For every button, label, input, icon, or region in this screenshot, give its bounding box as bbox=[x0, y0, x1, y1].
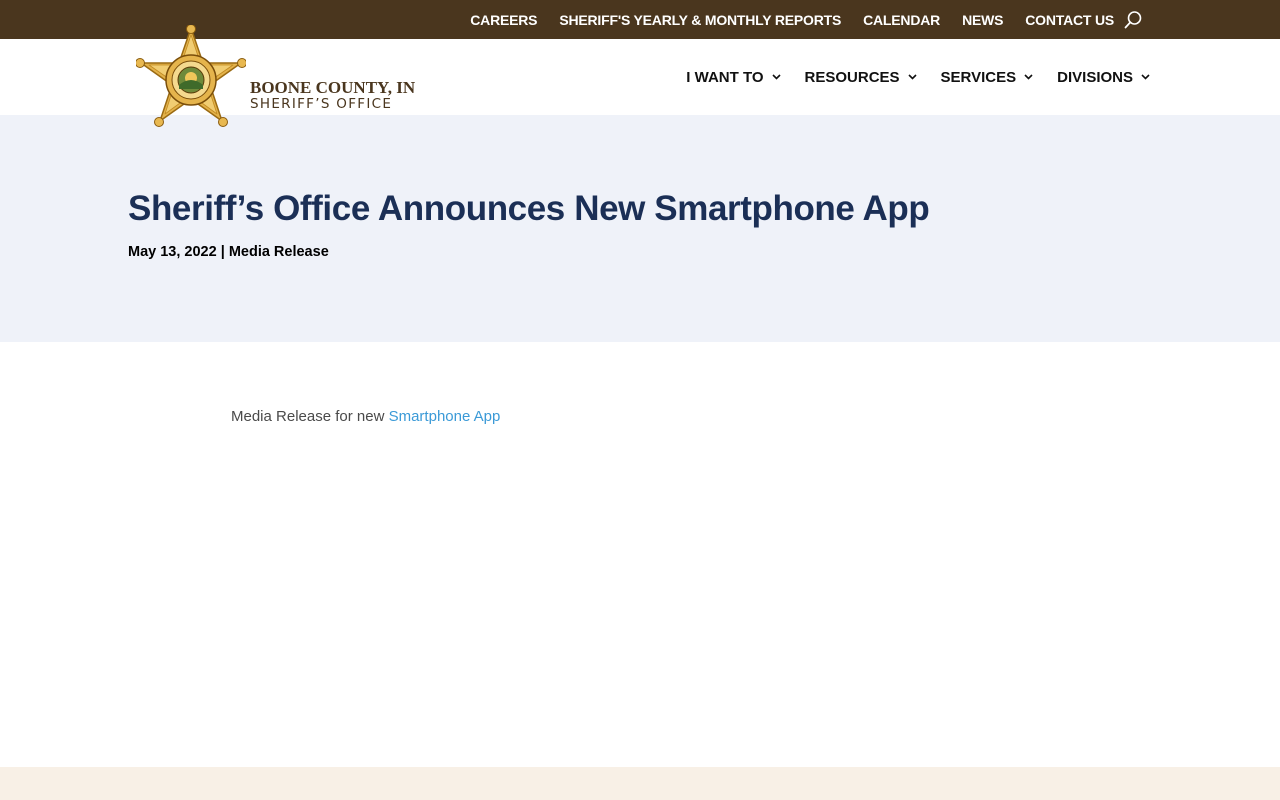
utility-link-reports[interactable]: SHERIFF'S YEARLY & MONTHLY REPORTS bbox=[559, 12, 841, 28]
nav-item-label: RESOURCES bbox=[804, 68, 900, 86]
utility-link-calendar[interactable]: CALENDAR bbox=[863, 12, 940, 28]
post-category-link[interactable]: Media Release bbox=[229, 244, 329, 260]
utility-link-careers[interactable]: CAREERS bbox=[470, 12, 537, 28]
post-hero: Sheriff’s Office Announces New Smartphon… bbox=[0, 115, 1280, 342]
chevron-down-icon bbox=[1024, 74, 1033, 80]
footer-strip bbox=[0, 767, 1280, 800]
page-title: Sheriff’s Office Announces New Smartphon… bbox=[128, 189, 930, 228]
logo-title: BOONE COUNTY, IN bbox=[250, 78, 416, 97]
post-content: Media Release for new Smartphone App bbox=[231, 408, 500, 425]
nav-item-label: DIVISIONS bbox=[1057, 68, 1133, 86]
nav-item-services[interactable]: SERVICES bbox=[941, 69, 1034, 86]
nav-item-resources[interactable]: RESOURCES bbox=[805, 69, 917, 86]
nav-item-i-want-to[interactable]: I WANT TO bbox=[686, 68, 781, 86]
utility-link-contact-us[interactable]: CONTACT US bbox=[1025, 12, 1114, 28]
main-nav: I WANT TO RESOURCES SERVICES DIVISIONS bbox=[686, 39, 1150, 115]
utility-link-news[interactable]: NEWS bbox=[962, 12, 1003, 28]
meta-separator: | bbox=[216, 244, 229, 260]
site-header: BOONE COUNTY, IN SHERIFF’S OFFICE I WANT… bbox=[0, 25, 1280, 127]
sheriff-star-badge-icon bbox=[136, 25, 246, 127]
chevron-down-icon bbox=[771, 74, 781, 80]
chevron-down-icon bbox=[907, 74, 917, 80]
nav-item-label: I WANT TO bbox=[686, 68, 764, 86]
site-logo[interactable]: BOONE COUNTY, IN SHERIFF’S OFFICE bbox=[136, 25, 426, 133]
search-icon[interactable] bbox=[1123, 10, 1143, 30]
post-meta: May 13, 2022 | Media Release bbox=[128, 244, 329, 260]
logo-subtitle: SHERIFF’S OFFICE bbox=[250, 96, 393, 112]
nav-item-label: SERVICES bbox=[940, 68, 1017, 86]
chevron-down-icon bbox=[1141, 74, 1150, 80]
smartphone-app-link[interactable]: Smartphone App bbox=[389, 408, 501, 425]
utility-nav: CAREERS SHERIFF'S YEARLY & MONTHLY REPOR… bbox=[470, 0, 1114, 39]
nav-item-divisions[interactable]: DIVISIONS bbox=[1057, 69, 1150, 86]
content-text: Media Release for new bbox=[231, 408, 389, 425]
post-date: May 13, 2022 bbox=[128, 244, 217, 260]
